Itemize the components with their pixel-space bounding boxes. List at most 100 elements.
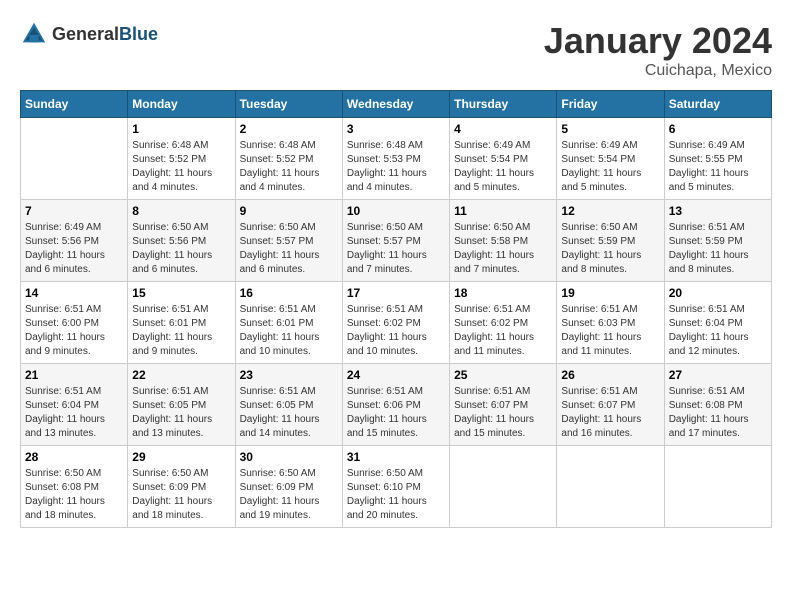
day-number: 11 (454, 204, 552, 218)
day-number: 27 (669, 368, 767, 382)
calendar-cell: 14 Sunrise: 6:51 AM Sunset: 6:00 PM Dayli… (21, 282, 128, 364)
day-number: 16 (240, 286, 338, 300)
day-number: 1 (132, 122, 230, 136)
calendar-cell: 2 Sunrise: 6:48 AM Sunset: 5:52 PM Daylig… (235, 118, 342, 200)
week-row-3: 14 Sunrise: 6:51 AM Sunset: 6:00 PM Dayli… (21, 282, 772, 364)
week-row-5: 28 Sunrise: 6:50 AM Sunset: 6:08 PM Dayli… (21, 446, 772, 528)
calendar-cell: 20Sunrise: 6:51 AM Sunset: 6:04 PM Dayli… (664, 282, 771, 364)
logo-text-blue: Blue (119, 24, 158, 44)
day-info: Sunrise: 6:50 AM Sunset: 6:09 PM Dayligh… (132, 467, 230, 523)
weekday-header-saturday: Saturday (664, 91, 771, 118)
day-info: Sunrise: 6:49 AM Sunset: 5:54 PM Dayligh… (454, 139, 552, 195)
day-info: Sunrise: 6:51 AM Sunset: 6:08 PM Dayligh… (669, 385, 767, 441)
weekday-header-tuesday: Tuesday (235, 91, 342, 118)
day-info: Sunrise: 6:49 AM Sunset: 5:55 PM Dayligh… (669, 139, 767, 195)
title-block: January 2024 Cuichapa, Mexico (544, 20, 772, 80)
day-info: Sunrise: 6:51 AM Sunset: 6:02 PM Dayligh… (347, 303, 445, 359)
calendar-cell: 15Sunrise: 6:51 AM Sunset: 6:01 PM Dayli… (128, 282, 235, 364)
day-info: Sunrise: 6:51 AM Sunset: 6:07 PM Dayligh… (561, 385, 659, 441)
day-number: 12 (561, 204, 659, 218)
logo: GeneralBlue (20, 20, 158, 48)
day-number: 23 (240, 368, 338, 382)
day-info: Sunrise: 6:50 AM Sunset: 6:10 PM Dayligh… (347, 467, 445, 523)
day-number: 4 (454, 122, 552, 136)
calendar-cell: 12 Sunrise: 6:50 AM Sunset: 5:59 PM Dayli… (557, 200, 664, 282)
calendar-cell: 21 Sunrise: 6:51 AM Sunset: 6:04 PM Dayli… (21, 364, 128, 446)
day-info: Sunrise: 6:51 AM Sunset: 6:01 PM Dayligh… (132, 303, 230, 359)
day-number: 24 (347, 368, 445, 382)
calendar-cell: 19 Sunrise: 6:51 AM Sunset: 6:03 PM Dayli… (557, 282, 664, 364)
day-info: Sunrise: 6:51 AM Sunset: 6:04 PM Dayligh… (669, 303, 767, 359)
day-number: 28 (25, 450, 123, 464)
calendar-cell: 26Sunrise: 6:51 AM Sunset: 6:07 PM Dayli… (557, 364, 664, 446)
day-info: Sunrise: 6:51 AM Sunset: 6:03 PM Dayligh… (561, 303, 659, 359)
calendar-cell: 22Sunrise: 6:51 AM Sunset: 6:05 PM Dayli… (128, 364, 235, 446)
day-info: Sunrise: 6:49 AM Sunset: 5:56 PM Dayligh… (25, 221, 123, 277)
week-row-1: 1 Sunrise: 6:48 AM Sunset: 5:52 PM Daylig… (21, 118, 772, 200)
day-number: 18 (454, 286, 552, 300)
calendar-cell (450, 446, 557, 528)
weekday-header-thursday: Thursday (450, 91, 557, 118)
day-info: Sunrise: 6:51 AM Sunset: 6:06 PM Dayligh… (347, 385, 445, 441)
calendar-cell: 30 Sunrise: 6:50 AM Sunset: 6:09 PM Dayli… (235, 446, 342, 528)
day-number: 7 (25, 204, 123, 218)
calendar-cell: 8 Sunrise: 6:50 AM Sunset: 5:56 PM Daylig… (128, 200, 235, 282)
calendar-cell: 10 Sunrise: 6:50 AM Sunset: 5:57 PM Dayli… (342, 200, 449, 282)
calendar-cell: 18Sunrise: 6:51 AM Sunset: 6:02 PM Dayli… (450, 282, 557, 364)
day-number: 25 (454, 368, 552, 382)
calendar-cell: 31Sunrise: 6:50 AM Sunset: 6:10 PM Dayli… (342, 446, 449, 528)
calendar-cell (557, 446, 664, 528)
day-info: Sunrise: 6:50 AM Sunset: 5:59 PM Dayligh… (561, 221, 659, 277)
day-info: Sunrise: 6:50 AM Sunset: 5:57 PM Dayligh… (240, 221, 338, 277)
day-number: 19 (561, 286, 659, 300)
day-info: Sunrise: 6:49 AM Sunset: 5:54 PM Dayligh… (561, 139, 659, 195)
calendar-cell: 5 Sunrise: 6:49 AM Sunset: 5:54 PM Daylig… (557, 118, 664, 200)
calendar-cell (21, 118, 128, 200)
day-number: 6 (669, 122, 767, 136)
day-number: 13 (669, 204, 767, 218)
day-info: Sunrise: 6:50 AM Sunset: 5:56 PM Dayligh… (132, 221, 230, 277)
day-info: Sunrise: 6:50 AM Sunset: 5:57 PM Dayligh… (347, 221, 445, 277)
day-number: 5 (561, 122, 659, 136)
calendar-cell: 1Sunrise: 6:48 AM Sunset: 5:52 PM Daylig… (128, 118, 235, 200)
weekday-header-sunday: Sunday (21, 91, 128, 118)
day-number: 10 (347, 204, 445, 218)
calendar-cell: 6 Sunrise: 6:49 AM Sunset: 5:55 PM Daylig… (664, 118, 771, 200)
day-info: Sunrise: 6:51 AM Sunset: 6:05 PM Dayligh… (240, 385, 338, 441)
month-title: January 2024 (544, 20, 772, 62)
day-number: 30 (240, 450, 338, 464)
weekday-header-row: SundayMondayTuesdayWednesdayThursdayFrid… (21, 91, 772, 118)
day-info: Sunrise: 6:48 AM Sunset: 5:53 PM Dayligh… (347, 139, 445, 195)
weekday-header-wednesday: Wednesday (342, 91, 449, 118)
calendar-cell: 7 Sunrise: 6:49 AM Sunset: 5:56 PM Daylig… (21, 200, 128, 282)
day-number: 8 (132, 204, 230, 218)
day-number: 2 (240, 122, 338, 136)
day-info: Sunrise: 6:50 AM Sunset: 5:58 PM Dayligh… (454, 221, 552, 277)
calendar-cell: 17Sunrise: 6:51 AM Sunset: 6:02 PM Dayli… (342, 282, 449, 364)
week-row-2: 7 Sunrise: 6:49 AM Sunset: 5:56 PM Daylig… (21, 200, 772, 282)
day-info: Sunrise: 6:50 AM Sunset: 6:08 PM Dayligh… (25, 467, 123, 523)
calendar-cell: 23 Sunrise: 6:51 AM Sunset: 6:05 PM Dayli… (235, 364, 342, 446)
location-title: Cuichapa, Mexico (544, 62, 772, 80)
day-info: Sunrise: 6:51 AM Sunset: 6:04 PM Dayligh… (25, 385, 123, 441)
week-row-4: 21 Sunrise: 6:51 AM Sunset: 6:04 PM Dayli… (21, 364, 772, 446)
weekday-header-friday: Friday (557, 91, 664, 118)
calendar-cell: 9Sunrise: 6:50 AM Sunset: 5:57 PM Daylig… (235, 200, 342, 282)
calendar-cell: 28 Sunrise: 6:50 AM Sunset: 6:08 PM Dayli… (21, 446, 128, 528)
day-info: Sunrise: 6:50 AM Sunset: 6:09 PM Dayligh… (240, 467, 338, 523)
day-number: 3 (347, 122, 445, 136)
logo-text-general: General (52, 24, 119, 44)
day-info: Sunrise: 6:51 AM Sunset: 5:59 PM Dayligh… (669, 221, 767, 277)
day-number: 21 (25, 368, 123, 382)
calendar-table: SundayMondayTuesdayWednesdayThursdayFrid… (20, 90, 772, 528)
day-info: Sunrise: 6:48 AM Sunset: 5:52 PM Dayligh… (240, 139, 338, 195)
calendar-cell: 4 Sunrise: 6:49 AM Sunset: 5:54 PM Daylig… (450, 118, 557, 200)
calendar-cell (664, 446, 771, 528)
calendar-cell: 24 Sunrise: 6:51 AM Sunset: 6:06 PM Dayli… (342, 364, 449, 446)
day-info: Sunrise: 6:51 AM Sunset: 6:00 PM Dayligh… (25, 303, 123, 359)
calendar-cell: 16 Sunrise: 6:51 AM Sunset: 6:01 PM Dayli… (235, 282, 342, 364)
day-number: 22 (132, 368, 230, 382)
day-info: Sunrise: 6:51 AM Sunset: 6:01 PM Dayligh… (240, 303, 338, 359)
day-number: 14 (25, 286, 123, 300)
page-header: GeneralBlue January 2024 Cuichapa, Mexic… (20, 20, 772, 80)
